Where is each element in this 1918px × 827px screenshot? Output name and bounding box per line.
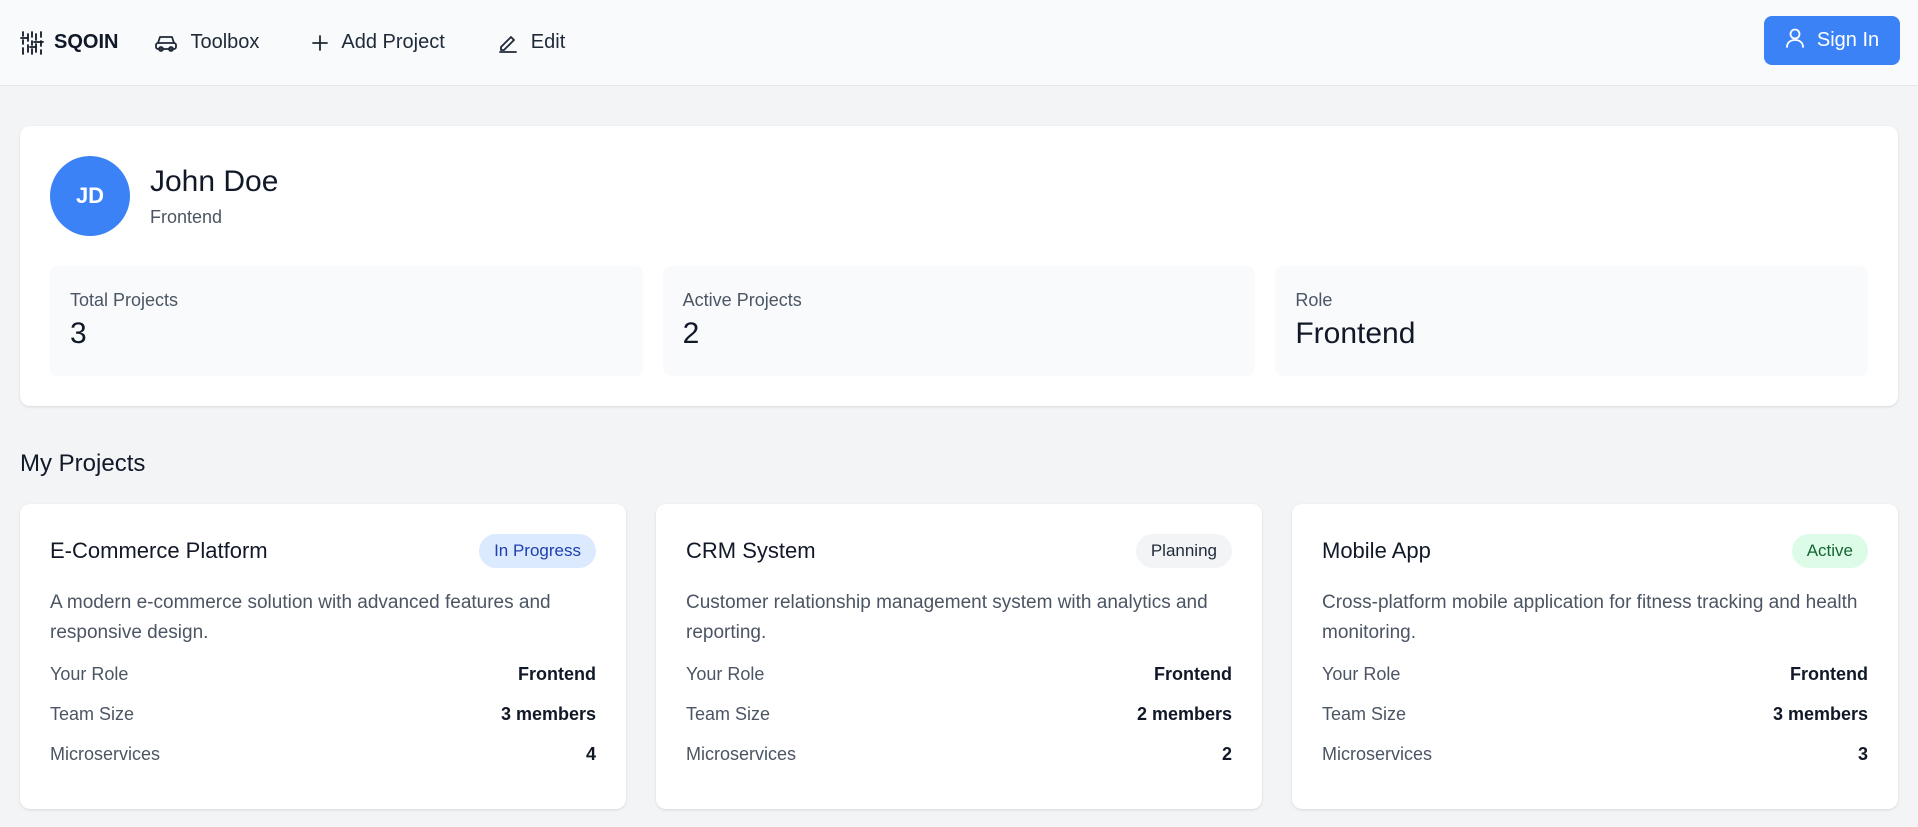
sign-in-button[interactable]: Sign In xyxy=(1764,16,1900,65)
nav-toolbox-label: Toolbox xyxy=(190,31,260,53)
meta-value: 3 members xyxy=(1772,704,1868,724)
meta-label: Microservices xyxy=(50,744,161,764)
profile-card: JD John Doe Frontend Total Projects 3 Ac… xyxy=(20,126,1898,406)
project-meta-role: Your Role Frontend xyxy=(50,664,596,688)
meta-value: Frontend xyxy=(1154,664,1232,684)
status-badge: Active xyxy=(1791,534,1868,568)
projects-grid: E-Commerce Platform In Progress A modern… xyxy=(20,504,1898,809)
profile-header: JD John Doe Frontend xyxy=(50,156,1868,236)
pencil-icon xyxy=(497,32,519,54)
stat-value: 2 xyxy=(682,317,700,350)
nav-edit[interactable]: Edit xyxy=(497,31,565,54)
meta-label: Microservices xyxy=(1322,744,1433,764)
nav-add-project-label: Add Project xyxy=(341,31,445,53)
project-meta-team: Team Size 2 members xyxy=(686,704,1232,728)
nav-add-project[interactable]: Add Project xyxy=(311,31,445,54)
meta-value: 4 xyxy=(585,744,596,764)
brand-logo[interactable]: SQOIN xyxy=(20,30,118,56)
stat-value: Frontend xyxy=(1295,317,1416,350)
nav-toolbox[interactable]: Toolbox xyxy=(154,31,259,54)
meta-label: Your Role xyxy=(50,664,129,684)
status-badge: In Progress xyxy=(479,534,596,568)
meta-label: Your Role xyxy=(1322,664,1401,684)
meta-value: Frontend xyxy=(1790,664,1868,684)
stat-label: Total Projects xyxy=(70,290,179,310)
project-card[interactable]: Mobile App Active Cross-platform mobile … xyxy=(1292,504,1898,809)
meta-label: Your Role xyxy=(686,664,765,684)
project-description: Customer relationship management system … xyxy=(686,592,1208,643)
project-card[interactable]: CRM System Planning Customer relationshi… xyxy=(656,504,1262,809)
avatar: JD xyxy=(50,156,130,236)
project-title: E-Commerce Platform xyxy=(50,538,268,563)
meta-label: Team Size xyxy=(50,704,135,724)
profile-stats: Total Projects 3 Active Projects 2 Role … xyxy=(50,266,1869,376)
meta-value: 3 members xyxy=(500,704,596,724)
meta-label: Team Size xyxy=(686,704,771,724)
nav-edit-label: Edit xyxy=(530,31,566,53)
project-title: CRM System xyxy=(686,538,816,563)
project-description: Cross-platform mobile application for fi… xyxy=(1322,592,1858,643)
status-badge: Planning xyxy=(1135,534,1232,568)
brand-name: SQOIN xyxy=(54,31,119,53)
project-meta-microservices: Microservices 2 xyxy=(686,744,1232,768)
car-icon xyxy=(154,32,178,54)
meta-label: Microservices xyxy=(686,744,797,764)
project-meta-microservices: Microservices 4 xyxy=(50,744,596,768)
project-meta-role: Your Role Frontend xyxy=(1322,664,1868,688)
stat-label: Role xyxy=(1295,290,1333,310)
project-meta-team: Team Size 3 members xyxy=(1322,704,1868,728)
stat-total-projects: Total Projects 3 xyxy=(50,266,643,376)
meta-value: 3 xyxy=(1857,744,1868,764)
meta-value: Frontend xyxy=(518,664,596,684)
stat-value: 3 xyxy=(70,317,87,350)
section-title-my-projects: My Projects xyxy=(20,450,146,477)
logo-icon xyxy=(20,30,44,56)
meta-value: 2 xyxy=(1221,744,1232,764)
project-meta-role: Your Role Frontend xyxy=(686,664,1232,688)
main-content: JD John Doe Frontend Total Projects 3 Ac… xyxy=(0,86,1918,809)
project-meta-team: Team Size 3 members xyxy=(50,704,596,728)
stat-active-projects: Active Projects 2 xyxy=(662,266,1256,376)
profile-role: Frontend xyxy=(150,206,223,227)
project-description: A modern e-commerce solution with advanc… xyxy=(50,592,551,643)
stat-role: Role Frontend xyxy=(1275,266,1869,376)
project-meta-microservices: Microservices 3 xyxy=(1322,744,1868,768)
meta-label: Team Size xyxy=(1322,704,1407,724)
plus-icon xyxy=(311,34,329,52)
sign-in-label: Sign In xyxy=(1816,29,1880,51)
stat-label: Active Projects xyxy=(682,290,802,310)
profile-name: John Doe xyxy=(150,164,279,198)
top-navbar: SQOIN Toolbox Add Project Edit Sign In xyxy=(0,0,1918,86)
meta-value: 2 members xyxy=(1136,704,1232,724)
user-icon xyxy=(1785,27,1805,55)
project-card[interactable]: E-Commerce Platform In Progress A modern… xyxy=(20,504,626,809)
project-title: Mobile App xyxy=(1322,538,1431,563)
